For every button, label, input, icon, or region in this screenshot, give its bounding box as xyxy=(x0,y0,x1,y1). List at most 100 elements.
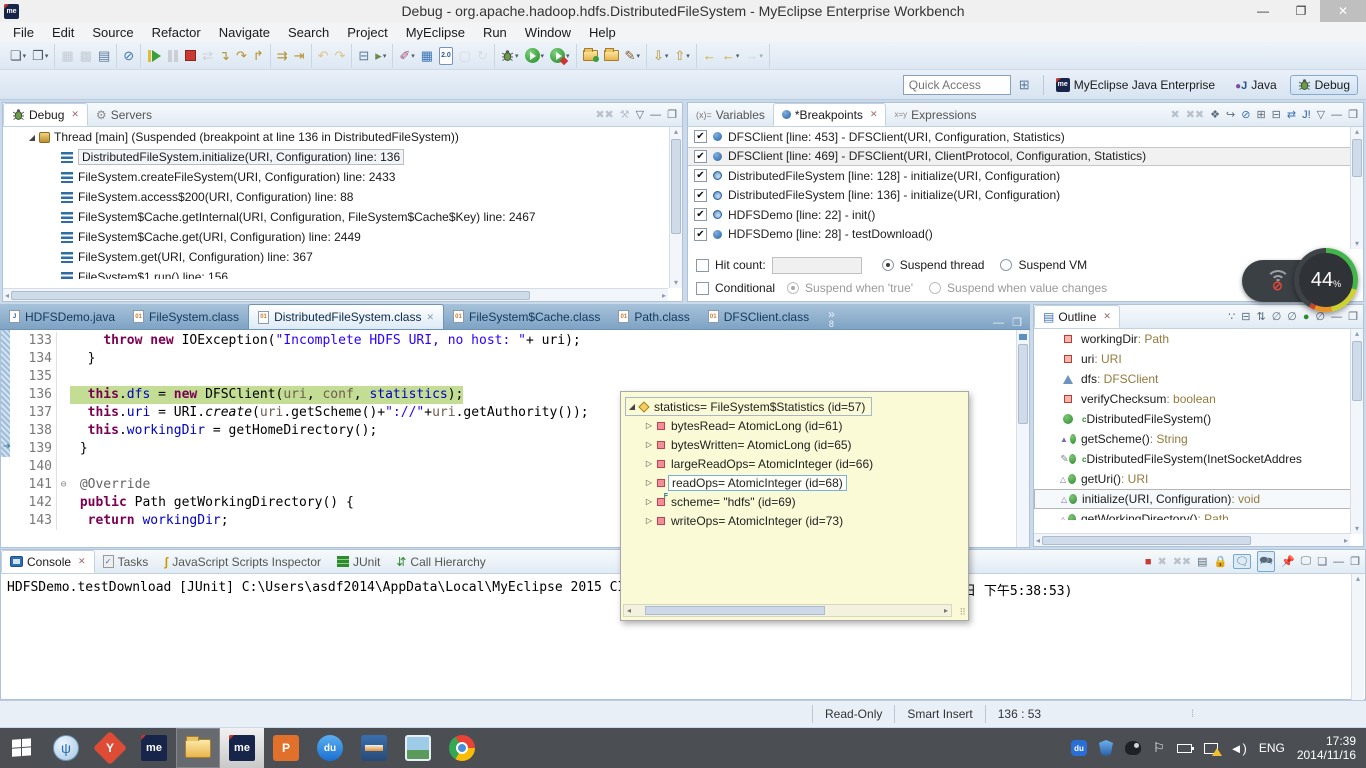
dropdown-arrow-icon[interactable]: ▾ xyxy=(686,52,690,60)
network-warning-icon[interactable] xyxy=(1204,743,1218,754)
tab-variables[interactable]: (x)=Variables xyxy=(688,103,773,126)
expander-icon[interactable]: ▷ xyxy=(643,516,655,525)
explorer-taskbar-icon[interactable] xyxy=(176,728,220,768)
myeclipse-window-taskbar-icon[interactable]: me xyxy=(220,728,264,768)
sort-icon[interactable]: ⇅ xyxy=(1256,310,1265,323)
expander-icon[interactable]: ▷ xyxy=(643,421,655,430)
perspective-myeclipse[interactable]: meMyEclipse Java Enterprise xyxy=(1049,76,1222,94)
menu-file[interactable]: File xyxy=(4,25,43,40)
vmware-taskbar-icon[interactable] xyxy=(352,728,396,768)
tab-junit[interactable]: JUnit xyxy=(329,550,388,573)
code-line[interactable]: 134 } xyxy=(10,350,1016,368)
code-line[interactable]: 135 xyxy=(10,368,1016,386)
expander-icon[interactable]: ▷ xyxy=(643,478,655,487)
new-button[interactable]: ❏▾ xyxy=(8,47,28,65)
thread-row[interactable]: ◢Thread [main] (Suspended (breakpoint at… xyxy=(3,127,682,147)
outline-item[interactable]: △getWorkingDirectory() : Path xyxy=(1034,509,1363,520)
quick-access-input[interactable] xyxy=(903,75,1011,95)
dropdown-arrow-icon[interactable]: ▾ xyxy=(665,52,669,60)
outline-item[interactable]: verifyChecksum : boolean xyxy=(1034,389,1363,409)
new-wizard-button[interactable]: ❐▾ xyxy=(30,47,50,65)
dropdown-arrow-icon[interactable]: ▾ xyxy=(23,52,27,60)
outline-hscrollbar[interactable]: ◂▸ xyxy=(1034,533,1350,546)
battery-icon[interactable] xyxy=(1177,744,1192,753)
minimize-icon[interactable]: — xyxy=(1331,109,1342,121)
outline-vscrollbar[interactable]: ▴▾ xyxy=(1350,329,1363,534)
maximize-icon[interactable]: ❐ xyxy=(1348,108,1358,121)
minimize-button[interactable]: — xyxy=(1244,0,1282,22)
hit-count-input[interactable] xyxy=(772,257,862,274)
menu-window[interactable]: Window xyxy=(516,25,580,40)
import-button[interactable]: ⇩▾ xyxy=(651,47,670,65)
dropdown-arrow-icon[interactable]: ▾ xyxy=(383,52,387,60)
variable-row[interactable]: ▷readOps= AtomicInteger (id=68) xyxy=(625,473,964,492)
new-web-element-button[interactable]: ✎▾ xyxy=(623,47,642,65)
volume-icon[interactable]: ◄) xyxy=(1230,741,1247,756)
forward-history-button[interactable]: →▾ xyxy=(743,47,765,65)
step-over-button[interactable]: ↷ xyxy=(234,47,249,65)
close-tab-icon[interactable]: ✕ xyxy=(71,109,79,120)
run-to-line-button[interactable]: ⇥ xyxy=(292,47,307,65)
baidu-music-taskbar-icon[interactable]: du xyxy=(308,728,352,768)
focus-icon[interactable]: ∵ xyxy=(1228,310,1235,323)
dropdown-arrow-icon[interactable]: ▾ xyxy=(411,52,415,60)
menu-run[interactable]: Run xyxy=(474,25,516,40)
print-button[interactable]: ▤ xyxy=(96,47,112,65)
perspective-java[interactable]: ●JJava xyxy=(1228,76,1284,94)
maximize-icon[interactable]: ❐ xyxy=(1350,555,1360,568)
close-button[interactable]: ✕ xyxy=(1320,0,1366,22)
redo-button[interactable]: ↷ xyxy=(332,47,347,65)
collapse-all-icon[interactable]: ⊟ xyxy=(1241,310,1250,323)
breakpoint-checkbox[interactable]: ✔ xyxy=(694,169,707,182)
breakpoint-row[interactable]: ✔DFSClient [line: 453] - DFSClient(URI, … xyxy=(688,127,1363,147)
profile-launch-button[interactable]: ▾ xyxy=(548,47,572,64)
stack-frame[interactable]: DistributedFileSystem.initialize(URI, Co… xyxy=(3,147,682,167)
javaee-preview-button[interactable]: 2.0 xyxy=(437,46,455,66)
disconnect-button[interactable]: ⇄ xyxy=(200,47,215,65)
editor-tab-dfsclientclass[interactable]: 01DFSClient.class xyxy=(699,304,818,329)
menu-myeclipse[interactable]: MyEclipse xyxy=(397,25,474,40)
open-file-button[interactable]: ▢ xyxy=(457,47,473,65)
debug-hscrollbar[interactable]: ◂▸ xyxy=(3,288,668,301)
suspend-button[interactable] xyxy=(165,49,181,63)
hide-non-public-icon[interactable]: ● xyxy=(1303,311,1310,323)
deploy-server-button[interactable]: ⊟ xyxy=(356,47,371,65)
breakpoint-checkbox[interactable]: ✔ xyxy=(694,130,707,143)
dropdown-arrow-icon[interactable]: ▾ xyxy=(736,52,740,60)
breakpoint-row[interactable]: ✔HDFSDemo [line: 22] - init() xyxy=(688,205,1363,225)
console-vscrollbar[interactable]: ▴ xyxy=(1351,574,1364,700)
remove-all-icon[interactable]: ✖✖ xyxy=(1186,108,1204,121)
editor-tab-distributedfilesystemclass[interactable]: 01DistributedFileSystem.class✕ xyxy=(248,304,444,329)
show-breakpoint-types-icon[interactable]: ❖ xyxy=(1210,108,1220,121)
export-button[interactable]: ⇧▾ xyxy=(672,47,691,65)
show-stdout-toggle-icon[interactable]: 🗨 xyxy=(1233,554,1251,569)
expander-icon[interactable]: ▷ xyxy=(643,497,655,506)
last-edit-location-button[interactable]: ← xyxy=(701,47,718,65)
dropdown-arrow-icon[interactable]: ▾ xyxy=(515,52,519,60)
editor-maximize-icon[interactable]: ❐ xyxy=(1012,316,1022,329)
variable-row[interactable]: ▷bytesRead= AtomicLong (id=61) xyxy=(625,416,964,435)
expand-all-icon[interactable]: ⊞ xyxy=(1256,108,1265,121)
dropdown-arrow-icon[interactable]: ▾ xyxy=(541,52,545,60)
tab-debug[interactable]: Debug✕ xyxy=(3,103,88,126)
terminate-icon[interactable]: ■ xyxy=(1145,556,1152,568)
menu-edit[interactable]: Edit xyxy=(43,25,83,40)
run-external-tool-button[interactable]: ▸▾ xyxy=(373,47,388,65)
undo-button[interactable]: ↶ xyxy=(316,47,331,65)
open-console-icon[interactable]: ❏ xyxy=(1317,555,1327,568)
editor-tab-filesystemcacheclass[interactable]: 01FileSystem$Cache.class xyxy=(444,304,609,329)
save-all-button[interactable]: ▩ xyxy=(78,47,94,65)
stack-frame[interactable]: FileSystem.access$200(URI, Configuration… xyxy=(3,187,682,207)
stack-frame[interactable]: FileSystem.get(URI, Configuration) line:… xyxy=(3,247,682,267)
variable-row[interactable]: ▷largeReadOps= AtomicInteger (id=66) xyxy=(625,454,964,473)
maximize-icon[interactable]: ❐ xyxy=(667,108,677,121)
close-tab-icon[interactable]: ✕ xyxy=(870,109,878,120)
resume-button[interactable] xyxy=(145,48,163,64)
sourcetree-taskbar-icon[interactable]: ψ xyxy=(44,728,88,768)
link-with-debug-view-icon[interactable]: ⇄ xyxy=(1287,108,1296,121)
git-taskbar-icon[interactable]: Y xyxy=(88,728,132,768)
minimize-icon[interactable]: — xyxy=(1331,311,1342,323)
conditional-checkbox[interactable] xyxy=(696,282,709,295)
clear-console-icon[interactable]: ▤ xyxy=(1197,555,1207,568)
step-return-button[interactable]: ↱ xyxy=(251,47,266,65)
